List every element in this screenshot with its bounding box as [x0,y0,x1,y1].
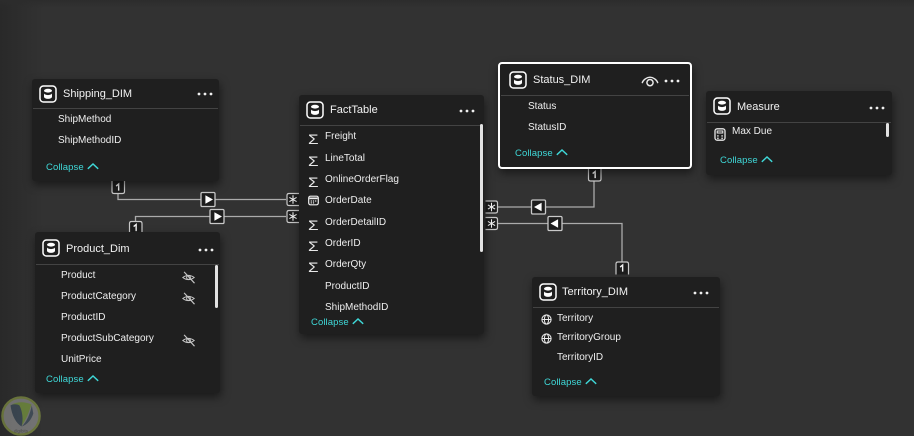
svg-text:digibits: digibits [14,429,29,434]
